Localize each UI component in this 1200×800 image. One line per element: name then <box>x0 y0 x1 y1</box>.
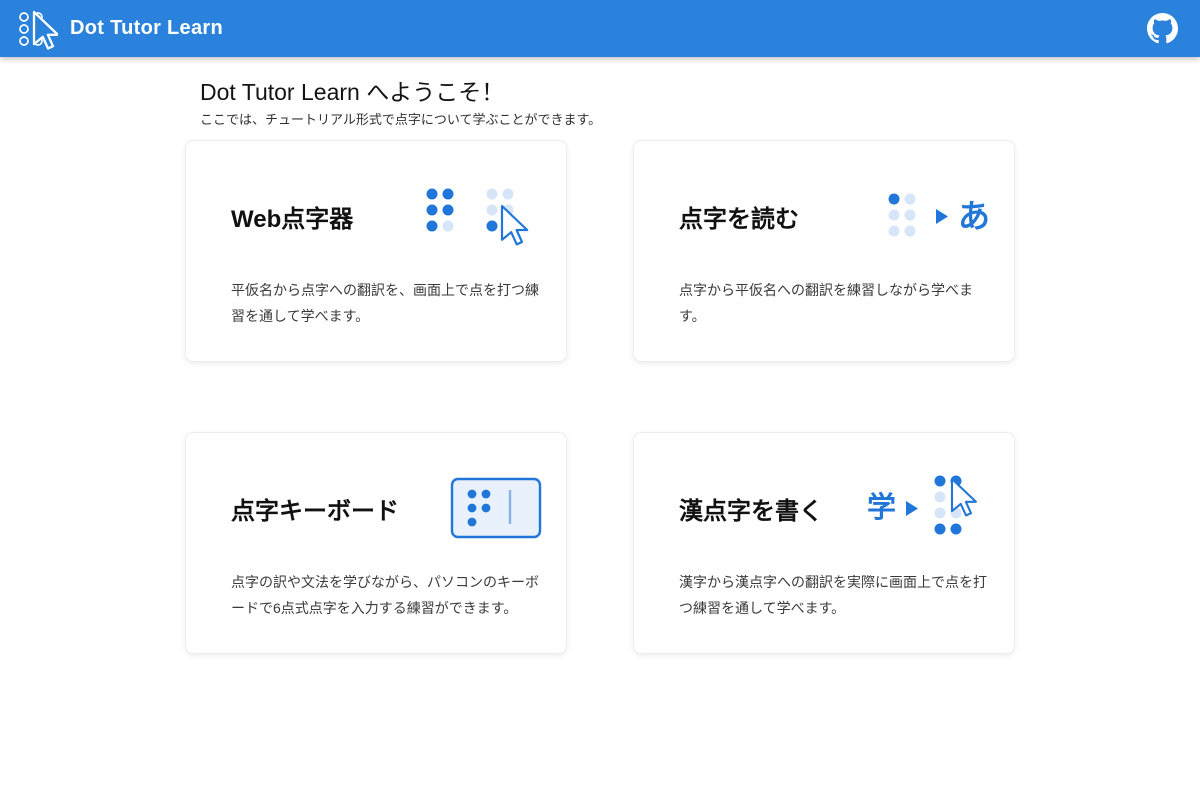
page-subtitle: ここでは、チュートリアル形式で点字について学ぶことができます。 <box>200 111 1200 128</box>
tutorial-card-grid: Web点字器 <box>185 140 1200 654</box>
card-title: 点字を読む <box>679 199 799 234</box>
card-description: 点字の訳や文法を学びながら、パソコンのキーボードで6点式点字を入力する練習ができ… <box>231 569 542 621</box>
card-write-kantenji[interactable]: 漢点字を書く 学 <box>633 432 1015 654</box>
card-title: 点字キーボード <box>231 491 399 526</box>
arrow-right-icon <box>936 209 948 224</box>
card-description: 平仮名から点字への翻訳を、画面上で点を打つ練習を通して学べます。 <box>231 277 542 329</box>
card-web-braille-writer[interactable]: Web点字器 <box>185 140 567 362</box>
github-icon <box>1147 13 1178 44</box>
arrow-right-icon <box>906 501 918 516</box>
card-title: 漢点字を書く <box>679 491 823 526</box>
kanji-to-kantenji-with-cursor-icon: 学 <box>867 471 990 545</box>
card-description: 漢字から漢点字への翻訳を実際に画面上で点を打つ練習を通して学べます。 <box>679 569 990 621</box>
kanji-gaku-glyph: 学 <box>867 494 896 523</box>
github-link[interactable] <box>1147 13 1178 44</box>
braille-cell-icon <box>884 187 926 245</box>
app-header: Dot Tutor Learn <box>0 0 1200 57</box>
card-description: 点字から平仮名への翻訳を練習しながら学べます。 <box>679 277 990 329</box>
page-title: Dot Tutor Learn へようこそ！ <box>200 77 1200 107</box>
card-title: Web点字器 <box>231 199 353 234</box>
braille-keyboard-key-icon <box>450 477 542 539</box>
app-title: Dot Tutor Learn <box>70 17 223 40</box>
app-logo-braille-cursor-icon <box>14 7 58 51</box>
main-content: Dot Tutor Learn へようこそ！ ここでは、チュートリアル形式で点字… <box>0 57 1200 654</box>
card-read-braille[interactable]: 点字を読む あ 点字から平仮名への翻訳を練習しな <box>633 140 1015 362</box>
braille-to-hiragana-icon: あ <box>884 187 990 245</box>
braille-cells-with-cursor-icon <box>420 182 542 250</box>
eight-dot-braille-cursor-icon <box>928 471 990 545</box>
hiragana-a-glyph: あ <box>958 200 990 232</box>
card-braille-keyboard[interactable]: 点字キーボード 点字の訳や文法を学びながら、パソコンのキーボードで6点式点字を入… <box>185 432 567 654</box>
